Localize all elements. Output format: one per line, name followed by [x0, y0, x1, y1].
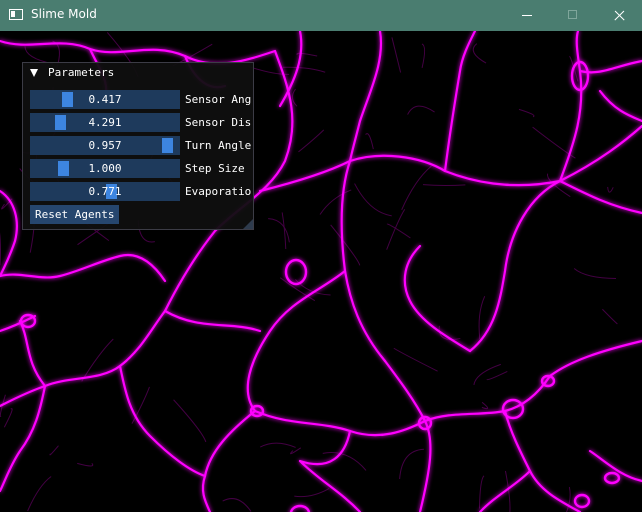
slider-track[interactable]: 0.957 — [30, 136, 180, 155]
slider-sensor-angle[interactable]: 0.417 Sensor Ang — [30, 90, 253, 109]
minimize-icon[interactable] — [504, 0, 550, 31]
slider-sensor-distance[interactable]: 4.291 Sensor Dis — [30, 113, 253, 132]
slider-turn-angle[interactable]: 0.957 Turn Angle — [30, 136, 253, 155]
slider-label: Step Size — [185, 162, 245, 175]
slider-track[interactable]: 4.291 — [30, 113, 180, 132]
slider-value: 0.957 — [88, 139, 122, 152]
slider-value: 0.417 — [88, 93, 122, 106]
app-window-icon — [9, 9, 23, 20]
slider-label: Sensor Ang — [185, 93, 252, 106]
slider-track[interactable]: 0.771 — [30, 182, 180, 201]
slider-value: 0.771 — [88, 185, 122, 198]
slider-label: Sensor Dis — [185, 116, 252, 129]
panel-header[interactable]: Parameters — [23, 63, 253, 82]
maximize-icon[interactable] — [550, 0, 596, 31]
resize-grip-icon[interactable] — [243, 219, 253, 229]
slider-track[interactable]: 1.000 — [30, 159, 180, 178]
parameters-panel[interactable]: Parameters 0.417 Sensor Ang 4.291 Sensor… — [22, 62, 254, 230]
panel-title: Parameters — [48, 66, 115, 79]
slider-evaporation[interactable]: 0.771 Evaporatio — [30, 182, 253, 201]
slider-label: Evaporatio — [185, 185, 252, 198]
slider-track[interactable]: 0.417 — [30, 90, 180, 109]
reset-agents-button[interactable]: Reset Agents — [30, 205, 120, 224]
slider-value: 1.000 — [88, 162, 122, 175]
title-bar[interactable]: Slime Mold — [0, 0, 642, 31]
slider-label: Turn Angle — [185, 139, 252, 152]
slider-step-size[interactable]: 1.000 Step Size — [30, 159, 253, 178]
slider-value: 4.291 — [88, 116, 122, 129]
collapse-arrow-icon[interactable] — [30, 69, 38, 77]
close-icon[interactable] — [596, 0, 642, 31]
window-title: Slime Mold — [31, 7, 97, 21]
